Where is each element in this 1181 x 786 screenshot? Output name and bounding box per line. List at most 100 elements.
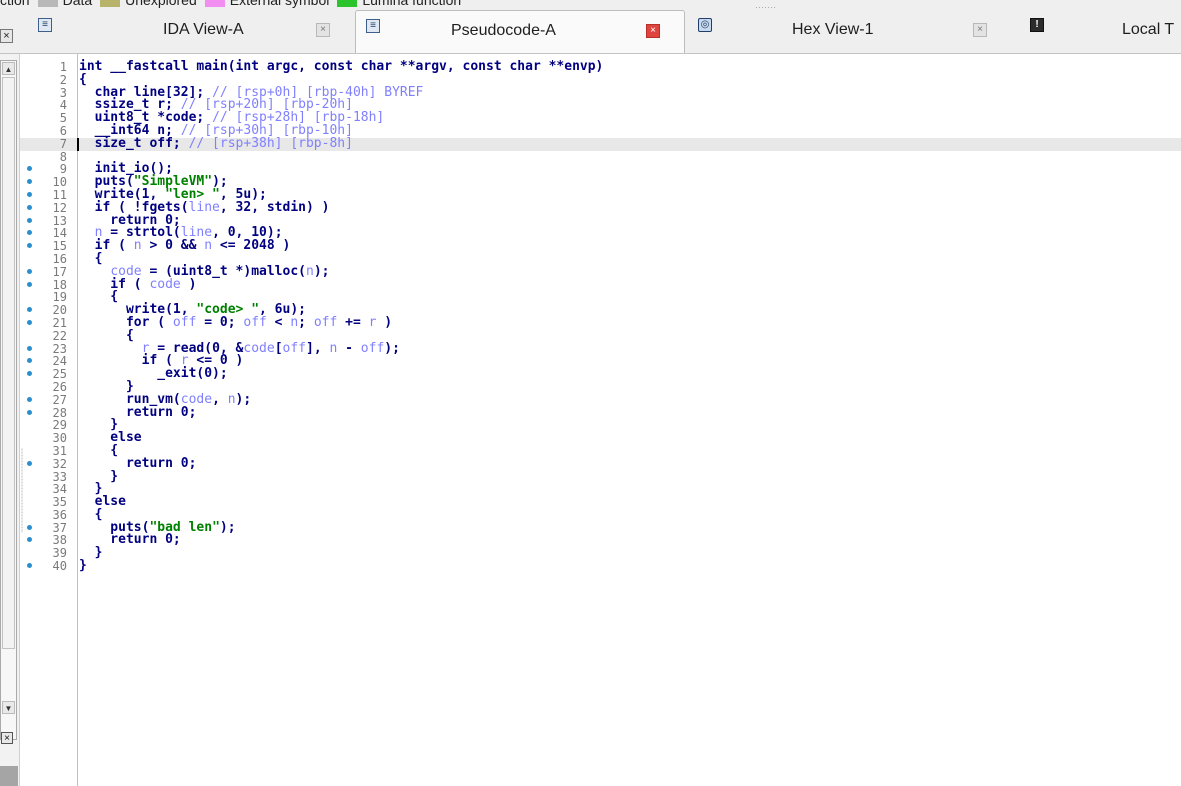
line-number: 21 <box>52 315 67 330</box>
code-token: n <box>290 314 299 330</box>
close-icon[interactable]: × <box>1 732 13 744</box>
legend-label: Lumina function <box>362 0 462 8</box>
line-marker-dot[interactable] <box>27 217 32 223</box>
line-number: 30 <box>52 431 67 446</box>
code-token: off <box>360 340 385 356</box>
line-marker-dot[interactable] <box>27 524 32 530</box>
line-marker-dot[interactable] <box>27 358 32 364</box>
line-marker-dot[interactable] <box>27 230 32 236</box>
legend-item: ction <box>0 0 30 8</box>
color-legend: ction Data Unexplored External symbol Lumina… <box>0 0 1181 10</box>
code-line[interactable]: 39 } <box>20 546 1181 560</box>
code-token: code <box>149 276 181 292</box>
tab-ida-view[interactable]: ≡ IDA View-A × <box>28 10 348 53</box>
line-marker-dot[interactable] <box>27 563 32 569</box>
line-marker-dot[interactable] <box>27 396 32 402</box>
line-number: 1 <box>59 60 67 74</box>
scroll-up-icon[interactable]: ▲ <box>2 62 15 75</box>
code-line[interactable]: 8 <box>20 150 1181 164</box>
vertical-scrollbar[interactable]: ▲ ▼ <box>0 60 17 740</box>
code-line[interactable]: 30 else <box>20 431 1181 446</box>
code-token: off <box>282 340 306 356</box>
line-marker-dot[interactable] <box>27 281 32 287</box>
tab-label: Local T <box>1122 21 1175 38</box>
code-line[interactable]: 15 if ( n > 0 && n <= 2048 ) <box>20 238 1181 254</box>
code-token: ; <box>298 314 314 330</box>
legend-label: ction <box>0 0 30 8</box>
line-marker-dot[interactable] <box>27 319 32 325</box>
legend-swatch <box>100 0 121 7</box>
line-marker-dot[interactable] <box>27 243 32 249</box>
pseudocode-view[interactable]: 1 int __fastcall main(int argc, const cha… <box>20 54 1181 786</box>
legend-label: Unexplored <box>125 0 197 8</box>
scroll-down-icon[interactable]: ▼ <box>2 701 15 714</box>
code-line[interactable]: 35 else <box>20 495 1181 510</box>
tab-bar: × ≡ IDA View-A × ≡ Pseudocode-A × ◎ Hex … <box>0 10 1181 54</box>
code-line[interactable]: 33 } <box>20 470 1181 484</box>
line-marker-dot[interactable] <box>27 179 32 185</box>
code-line[interactable]: 34 } <box>20 482 1181 496</box>
code-line[interactable]: 32 return 0; <box>20 457 1181 471</box>
line-marker-dot[interactable] <box>27 371 32 377</box>
resize-grip[interactable] <box>755 6 777 8</box>
tab-label: Hex View-1 <box>792 21 874 38</box>
code-line[interactable]: 12 if ( !fgets(line, 32, stdin) ) <box>20 199 1181 215</box>
tab-label: Pseudocode-A <box>451 22 556 39</box>
code-line[interactable]: 28 return 0; <box>20 406 1181 420</box>
code-token: ) <box>180 276 197 292</box>
code-token: n <box>133 238 142 254</box>
line-marker-dot[interactable] <box>27 409 32 415</box>
line-marker-dot[interactable] <box>27 166 32 172</box>
tab-local-types[interactable]: ! Local T <box>1020 10 1181 53</box>
scrollbar-thumb[interactable] <box>2 77 15 649</box>
code-token: , <box>212 391 228 407</box>
line-marker-dot[interactable] <box>27 460 32 466</box>
line-marker-dot[interactable] <box>27 537 32 543</box>
code-line[interactable]: 7 size_t off; // [rsp+38h] [rbp-8h] <box>20 135 1181 151</box>
close-icon[interactable]: × <box>0 29 13 43</box>
code-line[interactable]: 40} <box>20 559 1181 573</box>
code-token: ) <box>376 314 393 330</box>
code-token: off <box>172 314 197 330</box>
tab-close-icon[interactable]: × <box>973 23 987 37</box>
tab-hex-view[interactable]: ◎ Hex View-1 × <box>688 10 1006 53</box>
code-line[interactable]: 29 } <box>20 418 1181 432</box>
document-icon: ≡ <box>38 18 52 32</box>
legend-swatch <box>337 0 358 7</box>
line-number: 6 <box>59 123 67 138</box>
code-token: size_t off; <box>79 135 189 151</box>
code-line[interactable]: 21 for ( off = 0; off < n; off += r ) <box>20 314 1181 330</box>
code-token: [ <box>274 340 283 356</box>
code-token: = 0; <box>196 314 244 330</box>
tab-close-icon[interactable]: × <box>646 24 660 38</box>
line-number: 26 <box>52 379 67 394</box>
panel-handle[interactable] <box>0 766 18 786</box>
code-token: ); <box>313 263 330 279</box>
code-line[interactable]: 37 puts("bad len"); <box>20 521 1181 535</box>
code-line[interactable]: 1 int __fastcall main(int argc, const cha… <box>20 60 1181 74</box>
legend-item: Lumina function <box>337 0 461 8</box>
line-number: 35 <box>52 495 67 510</box>
line-number: 22 <box>52 328 67 343</box>
tab-pseudocode[interactable]: ≡ Pseudocode-A × <box>355 10 685 53</box>
code-token: n <box>204 238 213 254</box>
line-number: 12 <box>52 200 67 215</box>
legend-swatch <box>37 0 58 7</box>
code-line[interactable]: 38 return 0; <box>20 533 1181 547</box>
line-number: 16 <box>52 251 67 266</box>
info-icon: ! <box>1030 18 1044 32</box>
tab-label: IDA View-A <box>163 21 244 38</box>
line-marker-dot[interactable] <box>27 191 32 197</box>
tab-close-icon[interactable]: × <box>316 23 330 37</box>
line-marker-dot[interactable] <box>27 307 32 313</box>
line-marker-dot[interactable] <box>27 268 32 274</box>
line-marker-dot[interactable] <box>27 345 32 351</box>
line-number: 7 <box>59 136 67 151</box>
code-line[interactable]: 18 if ( code ) <box>20 276 1181 292</box>
code-line[interactable]: 25 _exit(0); <box>20 367 1181 381</box>
legend-label: Data <box>62 0 93 8</box>
line-number: 17 <box>52 264 67 279</box>
line-number: 31 <box>52 443 67 458</box>
code-token: line <box>188 199 220 215</box>
line-marker-dot[interactable] <box>27 204 32 210</box>
